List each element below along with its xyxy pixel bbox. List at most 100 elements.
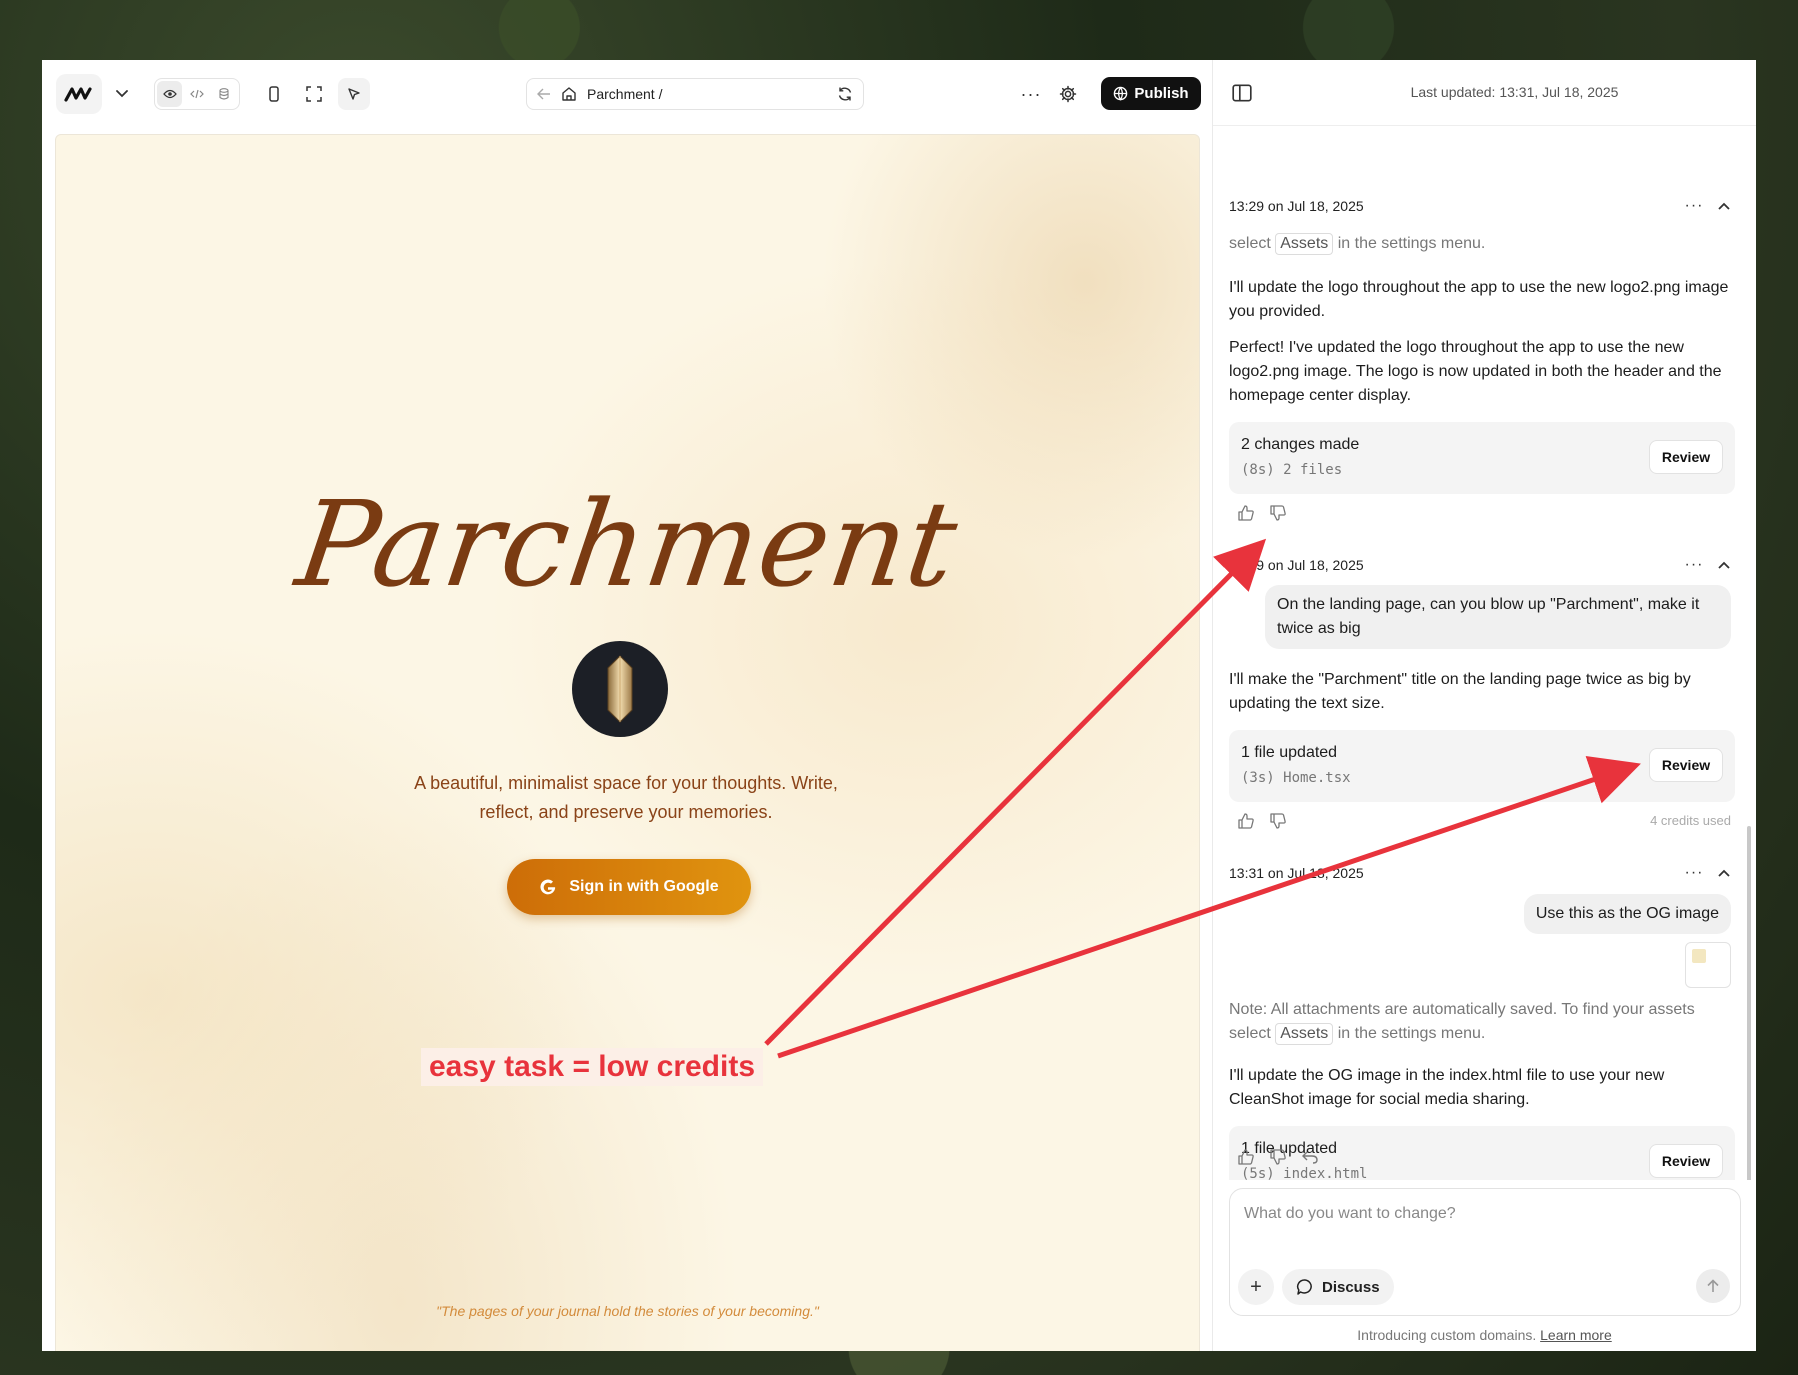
message-group-header: 13:31 on Jul 18, 2025 ··· — [1229, 861, 1739, 885]
feedback-row — [1237, 812, 1287, 830]
changes-card: 1 file updated (3s) Home.tsx Review — [1229, 730, 1735, 802]
group-more-button[interactable]: ··· — [1679, 864, 1709, 882]
note-text: in the settings menu. — [1337, 1025, 1486, 1042]
note-text: select — [1229, 235, 1271, 252]
feedback-row — [1237, 1148, 1319, 1166]
changes-card: 2 changes made (8s) 2 files Review — [1229, 422, 1735, 494]
chat-composer: + Discuss — [1229, 1188, 1741, 1316]
thumbs-up-icon[interactable] — [1237, 504, 1255, 522]
landing-tagline: A beautiful, minimalist space for your t… — [414, 773, 838, 822]
home-icon[interactable] — [561, 86, 577, 102]
announcement-text: Introducing custom domains. — [1357, 1327, 1537, 1343]
collapse-button[interactable] — [1709, 869, 1739, 877]
assistant-message: I'll update the logo throughout the app … — [1229, 279, 1729, 320]
app-logo-button[interactable] — [56, 74, 102, 114]
google-icon — [540, 879, 556, 895]
thumbs-down-icon[interactable] — [1269, 812, 1287, 830]
chat-thread: 13:29 on Jul 18, 2025 ··· select Assets … — [1213, 126, 1753, 1180]
app-logo-icon — [64, 87, 92, 102]
message-timestamp: 13:29 on Jul 18, 2025 — [1229, 557, 1364, 573]
view-mode-toggle — [154, 78, 240, 110]
message-group-header: 13:29 on Jul 18, 2025 ··· — [1229, 194, 1739, 218]
assistant-message: I'll update the OG image in the index.ht… — [1229, 1067, 1665, 1108]
note-text: Note: All attachments are automatically … — [1229, 1001, 1695, 1018]
changes-subtitle: (8s) 2 files — [1241, 462, 1343, 478]
note-text: in the settings menu. — [1337, 235, 1486, 252]
gear-icon — [1059, 85, 1077, 103]
cursor-icon — [348, 88, 360, 100]
chat-bubble-icon — [1296, 1279, 1312, 1295]
globe-icon — [1114, 86, 1128, 101]
changes-title: 2 changes made — [1241, 436, 1360, 453]
changes-subtitle: (5s) index.html — [1241, 1166, 1368, 1180]
chat-panel: Last updated: 13:31, Jul 18, 2025 13:29 … — [1212, 60, 1756, 1351]
attachment-note: select Assets in the settings menu. — [1229, 232, 1739, 256]
user-message: On the landing page, can you blow up "Pa… — [1265, 585, 1731, 649]
review-button[interactable]: Review — [1649, 1144, 1723, 1178]
assistant-message: Perfect! I've updated the logo throughou… — [1229, 339, 1722, 404]
assets-chip[interactable]: Assets — [1275, 233, 1334, 255]
annotation-label: easy task = low credits — [421, 1048, 764, 1086]
expand-icon — [306, 86, 322, 102]
footer-quote: "The pages of your journal hold the stor… — [436, 1303, 819, 1319]
url-bar[interactable]: Parchment / — [526, 78, 864, 110]
collapse-button[interactable] — [1709, 202, 1739, 210]
changes-title: 1 file updated — [1241, 744, 1338, 761]
phone-icon — [269, 86, 279, 102]
send-button[interactable] — [1696, 1269, 1730, 1303]
fullscreen-button[interactable] — [300, 80, 328, 108]
group-more-button[interactable]: ··· — [1679, 197, 1709, 215]
editor-pane: Parchment / ··· Publish Parchment A beau… — [42, 60, 1212, 1351]
attachment-thumbnail[interactable] — [1685, 942, 1731, 988]
undo-icon[interactable] — [1301, 1148, 1319, 1166]
message-timestamp: 13:29 on Jul 18, 2025 — [1229, 198, 1364, 214]
note-text: select — [1229, 1025, 1271, 1042]
more-options-button[interactable]: ··· — [1016, 80, 1046, 108]
learn-more-link[interactable]: Learn more — [1540, 1327, 1612, 1343]
review-button[interactable]: Review — [1649, 440, 1723, 474]
chevron-up-icon — [1718, 202, 1730, 210]
attachment-note: Note: All attachments are automatically … — [1229, 998, 1739, 1046]
add-attachment-button[interactable]: + — [1238, 1269, 1274, 1305]
assets-chip[interactable]: Assets — [1275, 1023, 1334, 1045]
discuss-button[interactable]: Discuss — [1282, 1269, 1394, 1305]
landing-title: Parchment — [289, 475, 966, 613]
chat-header: Last updated: 13:31, Jul 18, 2025 — [1213, 60, 1756, 126]
message-group-header: 13:29 on Jul 18, 2025 ··· — [1229, 553, 1739, 577]
publish-label: Publish — [1134, 85, 1189, 102]
chevron-up-icon — [1718, 869, 1730, 877]
google-signin-button[interactable]: Sign in with Google — [507, 859, 751, 915]
refresh-icon[interactable] — [837, 86, 853, 102]
prompt-input[interactable] — [1244, 1205, 1724, 1223]
publish-button[interactable]: Publish — [1101, 77, 1201, 110]
chevron-down-icon — [116, 90, 128, 98]
preview-eye-icon[interactable] — [157, 81, 183, 107]
chat-scrollbar[interactable] — [1747, 826, 1751, 1180]
back-arrow-icon[interactable] — [537, 88, 551, 100]
collapse-button[interactable] — [1709, 561, 1739, 569]
top-toolbar: Parchment / ··· Publish — [42, 60, 1212, 134]
thumbs-down-icon[interactable] — [1269, 1148, 1287, 1166]
last-updated-label: Last updated: 13:31, Jul 18, 2025 — [1410, 84, 1619, 100]
message-timestamp: 13:31 on Jul 18, 2025 — [1229, 865, 1364, 881]
assistant-message: I'll make the "Parchment" title on the l… — [1229, 671, 1691, 712]
sidebar-toggle-icon[interactable] — [1231, 82, 1253, 104]
thumbs-up-icon[interactable] — [1237, 812, 1255, 830]
settings-button[interactable] — [1054, 80, 1082, 108]
group-more-button[interactable]: ··· — [1679, 556, 1709, 574]
discuss-label: Discuss — [1322, 1278, 1380, 1296]
changes-subtitle: (3s) Home.tsx — [1241, 770, 1351, 786]
thumbs-down-icon[interactable] — [1269, 504, 1287, 522]
credits-used-label: 4 credits used — [1650, 813, 1731, 828]
project-menu-button[interactable] — [108, 80, 136, 108]
announcement-bar: Introducing custom domains. Learn more — [1213, 1327, 1756, 1343]
select-element-button[interactable] — [338, 78, 370, 110]
database-icon[interactable] — [212, 81, 237, 107]
crystal-logo — [572, 641, 668, 737]
mobile-preview-button[interactable] — [260, 80, 288, 108]
app-window: Parchment / ··· Publish Parchment A beau… — [42, 60, 1756, 1351]
code-icon[interactable] — [184, 81, 209, 107]
thumbs-up-icon[interactable] — [1237, 1148, 1255, 1166]
user-message: Use this as the OG image — [1523, 894, 1731, 934]
review-button[interactable]: Review — [1649, 748, 1723, 782]
